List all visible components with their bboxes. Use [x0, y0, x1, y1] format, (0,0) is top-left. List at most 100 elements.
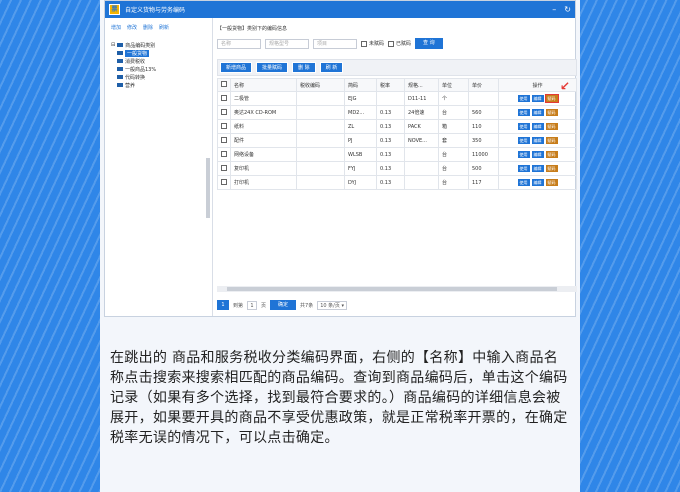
name-search-input[interactable]: 名称 — [217, 38, 261, 49]
use-button[interactable]: 使用 — [517, 109, 530, 116]
edit-button[interactable]: 编辑 — [531, 137, 544, 144]
minimize-icon[interactable]: – — [552, 5, 556, 14]
cell-price: 560 — [468, 105, 499, 120]
table-row[interactable]: 二极管 EJG D11-11 个 使用 编辑 赋码 — [217, 91, 577, 106]
page-jump-input[interactable]: 1 — [247, 300, 258, 310]
col-name: 名称 — [230, 78, 297, 92]
encoded-checkbox[interactable]: 已赋码 — [388, 40, 411, 47]
table-hscrollbar[interactable] — [217, 286, 577, 292]
code-pane: 【一般货物】类别下的编码信息 名称 规格型号 项目 未赋码 已赋码 查 询 新增… — [217, 18, 577, 316]
delete-category-link[interactable]: 删除 — [143, 24, 153, 31]
unencoded-checkbox[interactable]: 未赋码 — [361, 40, 384, 47]
cell-rate: 0.13 — [376, 161, 405, 176]
cell-unit: 台 — [438, 161, 469, 176]
encode-button[interactable]: 赋码 — [545, 137, 558, 144]
table-row[interactable]: 网络设备 WLSB 0.13 台 11000 使用 编辑 赋码 — [217, 147, 577, 162]
encode-button[interactable]: 赋码 — [545, 165, 558, 172]
search-row: 名称 规格型号 项目 未赋码 已赋码 查 询 — [217, 38, 571, 49]
tree-item[interactable]: 代码转换 — [111, 73, 212, 81]
table-header: 名称 税收编码 简码 税率 规格... 单位 单价 操作 — [217, 78, 577, 92]
tree-scrollbar[interactable] — [206, 158, 210, 218]
folder-icon — [117, 75, 123, 79]
table-row[interactable]: 奥达24X CD-ROM MD2... 0.13 24倍速台 560 使用 编辑 赋码 — [217, 105, 577, 120]
batch-encode-button[interactable]: 批量赋码 — [256, 62, 289, 73]
cell-tax-code — [296, 147, 345, 162]
cell-short-code: DYJ — [344, 175, 377, 190]
item-search-input[interactable]: 项目 — [313, 38, 357, 49]
use-button[interactable]: 使用 — [517, 179, 530, 186]
col-spec: 规格... — [404, 78, 439, 92]
cell-spec — [404, 147, 439, 162]
page-go-button[interactable]: 确定 — [270, 300, 297, 310]
cell-ops: 使用 编辑 赋码 — [498, 119, 577, 134]
encode-button[interactable]: 赋码 — [545, 179, 558, 186]
add-category-link[interactable]: 增加 — [111, 24, 121, 31]
table-row[interactable]: 复印机 FYJ 0.13 台 500 使用 编辑 赋码 — [217, 161, 577, 176]
row-checkbox[interactable] — [217, 147, 231, 162]
use-button[interactable]: 使用 — [517, 95, 530, 102]
row-checkbox[interactable] — [217, 91, 231, 106]
row-checkbox[interactable] — [217, 161, 231, 176]
edit-button[interactable]: 编辑 — [531, 151, 544, 158]
cell-tax-code — [296, 91, 345, 106]
tree-item-selected[interactable]: 一般货物 — [111, 49, 212, 57]
tree-item[interactable]: 营养 — [111, 81, 212, 89]
col-rate: 税率 — [376, 78, 405, 92]
spec-search-input[interactable]: 规格型号 — [265, 38, 309, 49]
cell-rate — [376, 91, 405, 106]
restore-icon[interactable]: ↻ — [564, 5, 571, 14]
delete-button[interactable]: 删 除 — [292, 62, 316, 73]
per-page-select[interactable]: 10 条/页 ▾ — [317, 300, 347, 310]
encode-button[interactable]: 赋码 — [544, 94, 559, 103]
category-menu: 增加 修改 删除 刷新 — [105, 18, 212, 41]
search-button[interactable]: 查 询 — [415, 38, 443, 49]
cell-price: 350 — [468, 133, 499, 148]
cell-name: 打印机 — [230, 175, 297, 190]
tree-item[interactable]: ⊟ 商品编码类别 — [111, 41, 212, 49]
cell-rate: 0.13 — [376, 105, 405, 120]
tree-item[interactable]: 一般商品13% — [111, 65, 212, 73]
use-button[interactable]: 使用 — [517, 123, 530, 130]
refresh-category-link[interactable]: 刷新 — [159, 24, 169, 31]
edit-button[interactable]: 编辑 — [531, 95, 544, 102]
encode-button[interactable]: 赋码 — [545, 109, 558, 116]
row-checkbox[interactable] — [217, 175, 231, 190]
table-row[interactable]: 打印机 DYJ 0.13 台 117 使用 编辑 赋码 — [217, 175, 577, 190]
refresh-button[interactable]: 刷 新 — [319, 62, 344, 73]
row-checkbox[interactable] — [217, 119, 231, 134]
cell-name: 网络设备 — [230, 147, 297, 162]
encode-button[interactable]: 赋码 — [545, 151, 558, 158]
row-checkbox[interactable] — [217, 133, 231, 148]
app-logo-icon: 票 — [109, 4, 120, 15]
instruction-text: 在跳出的 商品和服务税收分类编码界面，右侧的【名称】中输入商品名称点击搜索来搜索… — [110, 350, 568, 446]
edit-button[interactable]: 编辑 — [531, 109, 544, 116]
folder-icon — [117, 51, 123, 55]
cell-unit: 个 — [438, 91, 469, 106]
use-button[interactable]: 使用 — [517, 165, 530, 172]
cell-short-code: ZL — [344, 119, 377, 134]
edit-button[interactable]: 编辑 — [531, 123, 544, 130]
page-suffix: 页 — [261, 302, 267, 309]
tree-item[interactable]: 消费税收 — [111, 57, 212, 65]
table-row[interactable]: 配件 PJ 0.13 NOVE... 套 350 使用 编辑 赋码 — [217, 133, 577, 148]
col-unit: 单位 — [438, 78, 469, 92]
select-all-checkbox[interactable] — [217, 78, 231, 92]
col-tax-code: 税收编码 — [296, 78, 345, 92]
use-button[interactable]: 使用 — [517, 137, 530, 144]
breadcrumb: 【一般货物】类别下的编码信息 — [217, 26, 288, 32]
edit-category-link[interactable]: 修改 — [127, 24, 137, 31]
row-checkbox[interactable] — [217, 105, 231, 120]
folder-icon — [117, 83, 123, 87]
add-product-button[interactable]: 新增商品 — [220, 62, 253, 73]
cell-short-code: PJ — [344, 133, 377, 148]
edit-button[interactable]: 编辑 — [531, 165, 544, 172]
category-tree: ⊟ 商品编码类别 一般货物 消费税收 一般商品13% 代码转换 营养 — [105, 41, 212, 89]
window-title: 自定义货物与劳务编码 — [125, 7, 186, 14]
use-button[interactable]: 使用 — [517, 151, 530, 158]
cell-name: 配件 — [230, 133, 297, 148]
edit-button[interactable]: 编辑 — [531, 179, 544, 186]
encode-button[interactable]: 赋码 — [545, 123, 558, 130]
cell-ops: 使用 编辑 赋码 — [498, 175, 577, 190]
page-current[interactable]: 1 — [217, 300, 229, 310]
table-row[interactable]: 纸料 ZL 0.13 PACK 箱 110 使用 编辑 赋码 — [217, 119, 577, 134]
